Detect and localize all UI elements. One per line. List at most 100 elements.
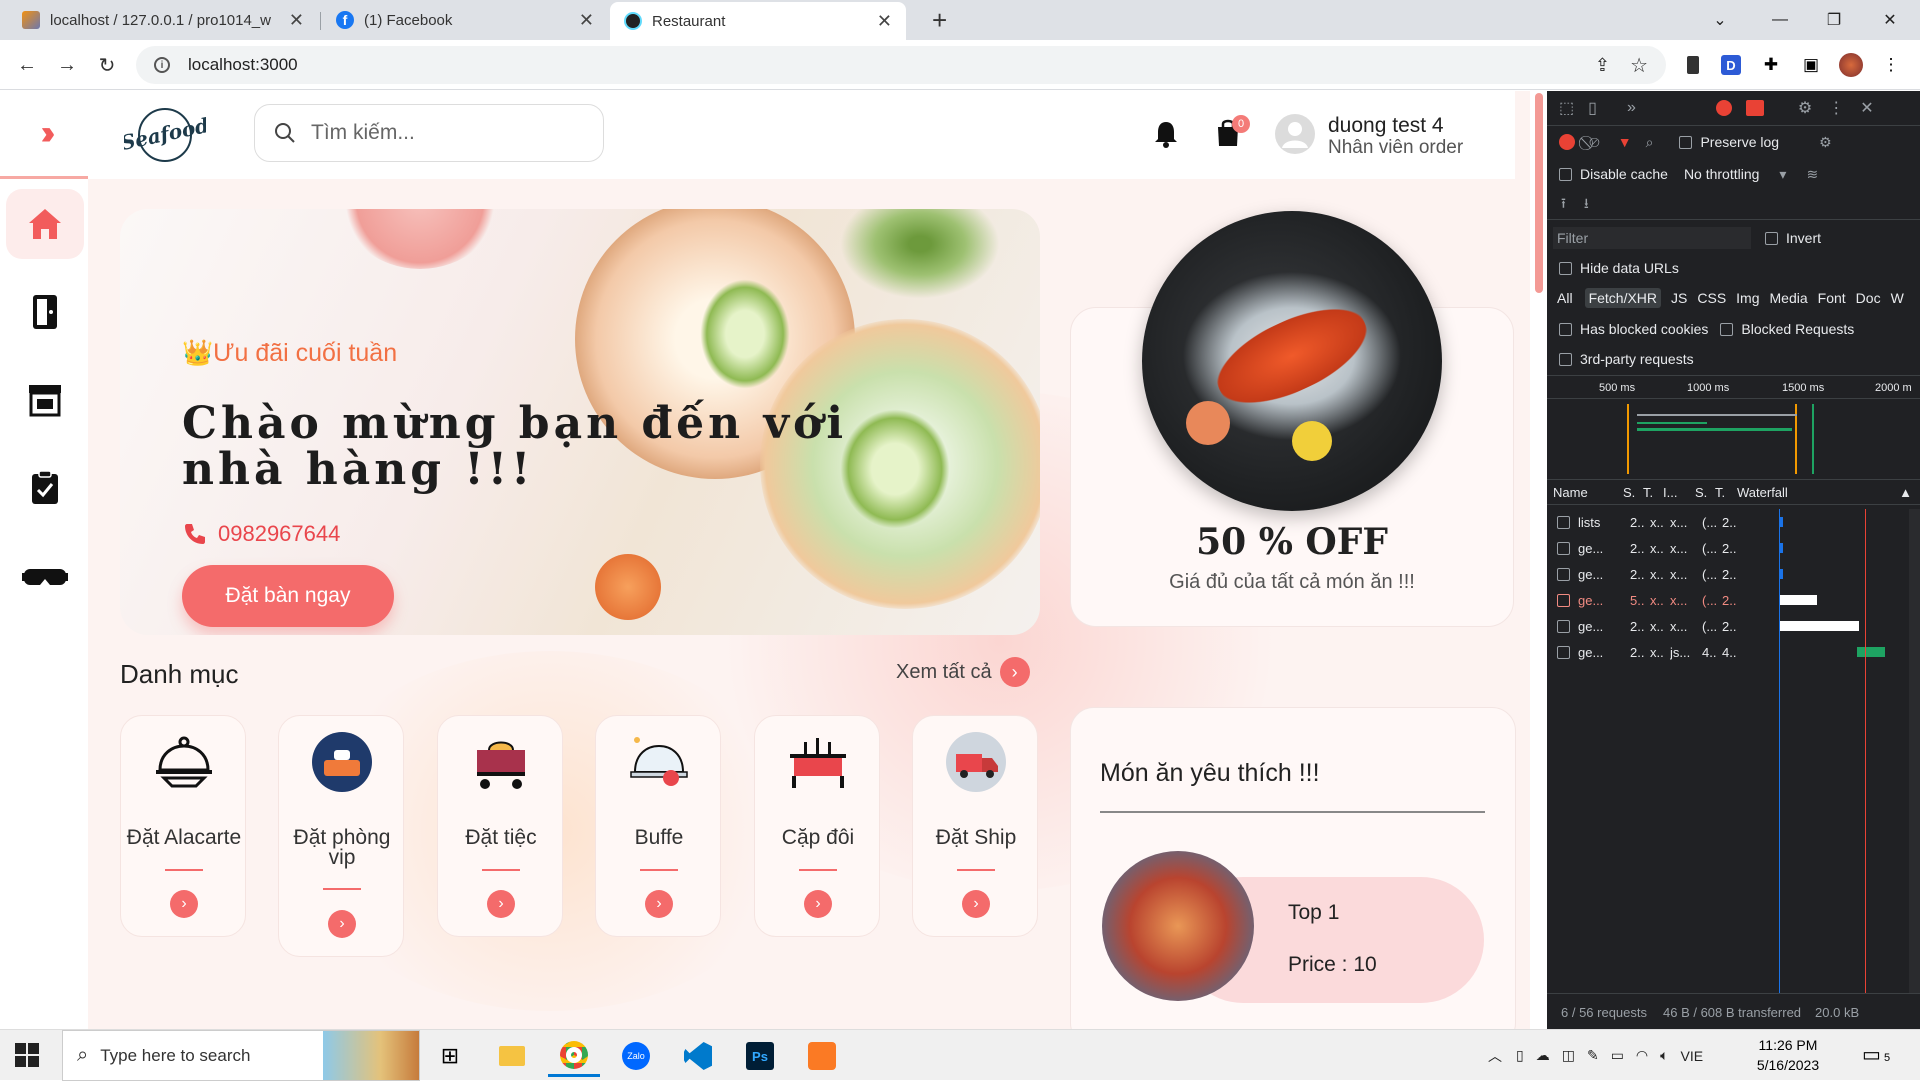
photoshop-icon[interactable]: Ps	[734, 1035, 786, 1077]
search-input[interactable]: Tìm kiếm...	[254, 104, 604, 162]
type-filter-all[interactable]: All	[1557, 290, 1573, 306]
puzzle-icon[interactable]: ✚	[1758, 52, 1784, 78]
type-filter-fetch-xhr[interactable]: Fetch/XHR	[1584, 288, 1662, 308]
volume-icon[interactable]: 🔈︎	[1660, 1047, 1668, 1064]
file-explorer-icon[interactable]	[486, 1035, 538, 1077]
notification-icon[interactable]: ▭ 5	[1862, 1042, 1902, 1070]
tab-facebook[interactable]: f (1) Facebook ✕	[322, 0, 608, 40]
type-filter-css[interactable]: CSS	[1697, 290, 1726, 306]
more-tabs-icon[interactable]: »	[1627, 99, 1636, 117]
request-checkbox[interactable]	[1557, 645, 1570, 659]
forward-icon[interactable]: →	[52, 50, 82, 80]
devtools-menu-icon[interactable]: ⋮	[1828, 98, 1844, 118]
issues-icon[interactable]	[1745, 100, 1764, 116]
task-view-icon[interactable]: ⊞	[424, 1035, 476, 1077]
tab-search-icon[interactable]: ⌄	[1692, 0, 1748, 40]
request-list-scrollbar[interactable]	[1909, 509, 1920, 993]
seafood-logo[interactable]: Seafood	[119, 105, 211, 165]
pen-icon[interactable]: ✎	[1587, 1047, 1599, 1064]
preserve-log-checkbox[interactable]	[1679, 135, 1693, 149]
type-filter-font[interactable]: Font	[1818, 290, 1846, 306]
see-all-link[interactable]: Xem tất cả ›	[896, 657, 1030, 687]
windows-start-icon[interactable]	[14, 1042, 40, 1068]
chevron-right-icon[interactable]: ›	[170, 890, 198, 918]
avatar[interactable]	[1275, 114, 1315, 154]
tab-phpmyadmin[interactable]: localhost / 127.0.0.1 / pro1014_w ✕	[8, 0, 318, 40]
close-icon[interactable]: ✕	[579, 10, 594, 31]
extension-icon[interactable]	[1680, 52, 1706, 78]
book-table-button[interactable]: Đặt bàn ngay	[182, 565, 394, 627]
request-checkbox[interactable]	[1557, 567, 1570, 581]
chevron-right-icon[interactable]: ›	[962, 890, 990, 918]
column-type[interactable]: T.	[1643, 485, 1663, 500]
close-icon[interactable]: ✕	[289, 10, 304, 31]
profile-avatar[interactable]	[1838, 52, 1864, 78]
clock[interactable]: 11:26 PM 5/16/2023	[1738, 1035, 1838, 1075]
bell-icon[interactable]	[1151, 119, 1181, 149]
chevron-right-icon[interactable]: ›	[487, 890, 515, 918]
category-card-couple[interactable]: Cặp đôi ›	[754, 715, 880, 937]
new-tab-button[interactable]: +	[918, 0, 958, 40]
xampp-icon[interactable]	[796, 1035, 848, 1077]
request-checkbox[interactable]	[1557, 619, 1570, 633]
window-close-icon[interactable]: ✕	[1862, 0, 1918, 40]
filter-icon[interactable]: ▼	[1618, 134, 1632, 150]
tab-restaurant[interactable]: Restaurant ✕	[610, 2, 906, 40]
error-count-icon[interactable]	[1715, 100, 1732, 116]
battery-icon[interactable]: ▭	[1611, 1047, 1624, 1064]
network-settings-icon[interactable]: ⚙	[1819, 134, 1832, 151]
type-filter-ws[interactable]: W	[1891, 290, 1904, 306]
sidebar-item-menu[interactable]	[6, 277, 84, 347]
network-overview-timeline[interactable]: 500 ms 1000 ms 1500 ms 2000 m	[1547, 376, 1920, 476]
restore-icon[interactable]: ❐	[1806, 0, 1862, 40]
address-bar[interactable]: i localhost:3000 ⇪ ☆	[136, 46, 1666, 84]
download-icon[interactable]: ⭳	[1584, 193, 1589, 217]
search-icon[interactable]: ⌕	[1646, 134, 1654, 151]
chevron-right-icon[interactable]: ›	[804, 890, 832, 918]
invert-checkbox[interactable]	[1765, 231, 1778, 245]
third-party-checkbox[interactable]	[1559, 352, 1572, 366]
extension-d-icon[interactable]: D	[1718, 52, 1744, 78]
chrome-icon[interactable]	[548, 1035, 600, 1077]
onedrive-icon[interactable]: ☁	[1536, 1047, 1550, 1064]
chevron-down-icon[interactable]: ▾	[1779, 166, 1786, 183]
info-icon[interactable]: i	[154, 57, 170, 73]
clear-icon[interactable]: ⃠⊘	[1589, 134, 1600, 151]
wifi-icon[interactable]: ◠	[1636, 1047, 1648, 1064]
sidebar-item-store[interactable]	[6, 365, 84, 435]
sidebar-item-orders[interactable]	[6, 453, 84, 523]
record-icon[interactable]	[1559, 134, 1575, 150]
upload-icon[interactable]: ⭱	[1561, 193, 1566, 217]
hide-data-urls-checkbox[interactable]	[1559, 261, 1572, 275]
settings-gear-icon[interactable]: ⚙	[1798, 98, 1812, 118]
type-filter-js[interactable]: JS	[1671, 290, 1687, 306]
throttling-select[interactable]: No throttling	[1684, 166, 1759, 182]
category-card-buffet[interactable]: Buffe ›	[595, 715, 721, 937]
blocked-requests-checkbox[interactable]	[1720, 322, 1734, 336]
chevron-right-icon[interactable]: ›	[328, 910, 356, 938]
reload-icon[interactable]: ↻	[92, 50, 122, 80]
category-card-delivery[interactable]: Đặt Ship ›	[912, 715, 1038, 937]
taskbar-search-input[interactable]: ⌕ Type here to search	[62, 1030, 420, 1081]
inspect-icon[interactable]: ⬚	[1559, 98, 1574, 118]
column-waterfall[interactable]: Waterfall	[1737, 485, 1788, 500]
bookmark-star-icon[interactable]: ☆	[1630, 53, 1648, 78]
tray-app-icon[interactable]: ▯	[1516, 1047, 1524, 1064]
back-icon[interactable]: ←	[12, 50, 42, 80]
sort-up-icon[interactable]: ▲	[1899, 485, 1912, 500]
more-menu-icon[interactable]: ⋮	[1878, 52, 1904, 78]
network-conditions-icon[interactable]: ≋	[1806, 166, 1818, 183]
language-indicator[interactable]: VIE	[1681, 1048, 1704, 1064]
sidebar-item-home[interactable]	[6, 189, 84, 259]
type-filter-media[interactable]: Media	[1770, 290, 1808, 306]
category-card-party[interactable]: Đặt tiệc ›	[437, 715, 563, 937]
chevron-right-icon[interactable]: ›	[645, 890, 673, 918]
column-status[interactable]: S.	[1623, 485, 1643, 500]
tray-app-icon[interactable]: ◫	[1562, 1047, 1575, 1064]
device-toolbar-icon[interactable]: ▯	[1588, 98, 1597, 118]
zalo-icon[interactable]: Zalo	[610, 1035, 662, 1077]
filter-input[interactable]: Filter	[1553, 227, 1751, 249]
request-checkbox[interactable]	[1557, 515, 1570, 529]
sidebar-item-vr[interactable]	[6, 541, 84, 611]
has-blocked-cookies-checkbox[interactable]	[1559, 322, 1572, 336]
